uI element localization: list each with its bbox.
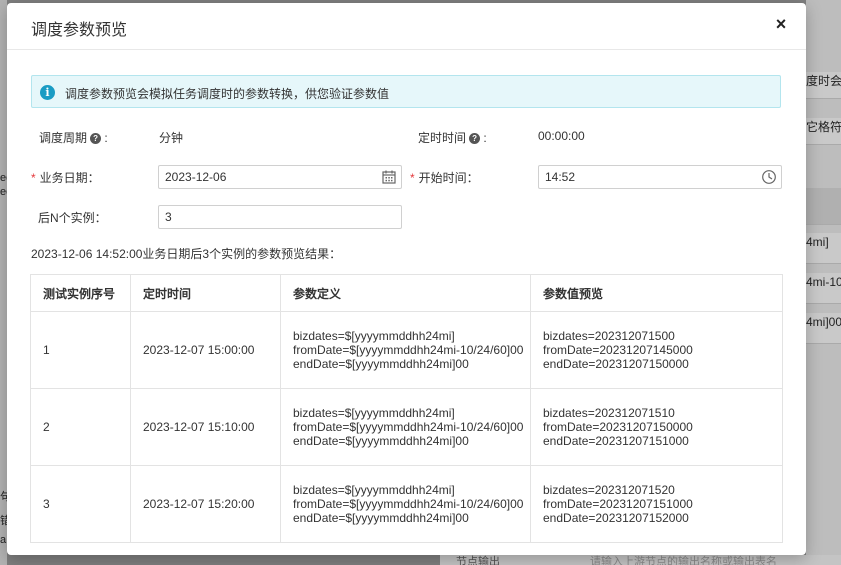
definition-line: fromDate=$[yyyymmddhh24mi-10/24/60]00: [293, 343, 524, 357]
biz-date-picker[interactable]: 2023-12-06: [158, 165, 402, 189]
help-icon[interactable]: ?: [90, 133, 102, 145]
table-row: 3 2023-12-07 15:20:00 bizdates=$[yyyymmd…: [30, 465, 783, 543]
preview-line: fromDate=20231207150000: [543, 420, 693, 434]
definition-line: endDate=$[yyyymmddhh24mi]00: [293, 511, 469, 525]
background-bottom-row: 节点输出 请输入上游节点的输出名称或输出表名: [440, 555, 841, 565]
next-n-value: 3: [165, 210, 172, 224]
background-header: [806, 188, 841, 225]
preview-line: bizdates=202312071500: [543, 329, 675, 343]
background-select: 节点输出: [456, 556, 500, 565]
definition-line: fromDate=$[yyyymmddhh24mi-10/24/60]00: [293, 497, 524, 511]
definition-line: fromDate=$[yyyymmddhh24mi-10/24/60]00: [293, 420, 524, 434]
table-row: 1 2023-12-07 15:00:00 bizdates=$[yyyymmd…: [30, 311, 783, 389]
background-left-panel: [0, 0, 7, 565]
info-icon: i: [40, 85, 55, 100]
cell-time: 2023-12-07 15:00:00: [130, 311, 281, 389]
header-time: 定时时间: [130, 274, 281, 312]
cell-preview: bizdates=202312071520 fromDate=202312071…: [530, 465, 783, 543]
close-icon: ×: [775, 14, 787, 34]
modal-header: 调度参数预览 ×: [7, 3, 806, 50]
clock-icon: [762, 170, 776, 184]
cell-definition: bizdates=$[yyyymmddhh24mi] fromDate=$[yy…: [280, 311, 531, 389]
cell-index: 3: [30, 465, 131, 543]
background-snippet: 度时会: [806, 72, 841, 99]
cell-index: 1: [30, 311, 131, 389]
preview-line: endDate=20231207152000: [543, 511, 689, 525]
results-table: 测试实例序号 定时时间 参数定义 参数值预览 1 2023-12-07 15:0…: [30, 274, 783, 543]
cell-preview: bizdates=202312071510 fromDate=202312071…: [530, 388, 783, 466]
result-title: 2023-12-06 14:52:00业务日期后3个实例的参数预览结果：: [31, 247, 342, 261]
cell-time: 2023-12-07 15:10:00: [130, 388, 281, 466]
param-preview-modal: 调度参数预览 × i 调度参数预览会模拟任务调度时的参数转换，供您验证参数值 调…: [7, 3, 806, 555]
header-index: 测试实例序号: [30, 274, 131, 312]
modal-title: 调度参数预览: [31, 22, 128, 39]
required-mark: *: [410, 171, 415, 185]
background-snippet: 4mi-10: [806, 273, 841, 304]
preview-line: endDate=20231207150000: [543, 357, 689, 371]
start-time-picker[interactable]: 14:52: [538, 165, 782, 189]
preview-line: fromDate=20231207151000: [543, 497, 693, 511]
definition-line: bizdates=$[yyyymmddhh24mi]: [293, 483, 455, 497]
background-snippet: a: [0, 534, 7, 546]
biz-date-label: * 业务日期：: [31, 171, 100, 185]
close-button[interactable]: ×: [770, 13, 792, 35]
cell-index: 2: [30, 388, 131, 466]
cell-definition: bizdates=$[yyyymmddhh24mi] fromDate=$[yy…: [280, 465, 531, 543]
preview-line: fromDate=20231207145000: [543, 343, 693, 357]
alert-text: 调度参数预览会模拟任务调度时的参数转换，供您验证参数值: [65, 87, 390, 101]
biz-date-value: 2023-12-06: [165, 170, 227, 184]
help-icon[interactable]: ?: [469, 133, 481, 145]
background-input-placeholder: 请输入上游节点的输出名称或输出表名: [590, 556, 777, 565]
definition-line: endDate=$[yyyymmddhh24mi]00: [293, 434, 469, 448]
definition-line: bizdates=$[yyyymmddhh24mi]: [293, 406, 455, 420]
next-n-input[interactable]: 3: [158, 205, 402, 229]
cell-preview: bizdates=202312071500 fromDate=202312071…: [530, 311, 783, 389]
table-header-row: 测试实例序号 定时时间 参数定义 参数值预览: [30, 274, 783, 312]
preview-line: bizdates=202312071510: [543, 406, 675, 420]
next-n-label: 后N个实例：: [38, 211, 107, 225]
cycle-label: 调度周期? :: [39, 131, 108, 145]
cell-time: 2023-12-07 15:20:00: [130, 465, 281, 543]
preview-line: bizdates=202312071520: [543, 483, 675, 497]
header-preview: 参数值预览: [530, 274, 783, 312]
timer-value: 00:00:00: [538, 129, 585, 143]
background-snippet: 4mi]: [806, 233, 841, 264]
preview-line: endDate=20231207151000: [543, 434, 689, 448]
info-alert: i 调度参数预览会模拟任务调度时的参数转换，供您验证参数值: [31, 75, 781, 108]
calendar-icon: [382, 170, 396, 184]
definition-line: endDate=$[yyyymmddhh24mi]00: [293, 357, 469, 371]
timer-label: 定时时间? :: [418, 131, 487, 145]
cell-definition: bizdates=$[yyyymmddhh24mi] fromDate=$[yy…: [280, 388, 531, 466]
definition-line: bizdates=$[yyyymmddhh24mi]: [293, 329, 455, 343]
header-definition: 参数定义: [280, 274, 531, 312]
background-snippet: 它格符久: [806, 118, 841, 145]
background-snippet: 4mi]00: [806, 313, 841, 344]
start-time-value: 14:52: [545, 170, 576, 184]
table-row: 2 2023-12-07 15:10:00 bizdates=$[yyyymmd…: [30, 388, 783, 466]
cycle-value: 分钟: [159, 131, 184, 145]
required-mark: *: [31, 171, 36, 185]
start-time-label: * 开始时间：: [410, 171, 479, 185]
